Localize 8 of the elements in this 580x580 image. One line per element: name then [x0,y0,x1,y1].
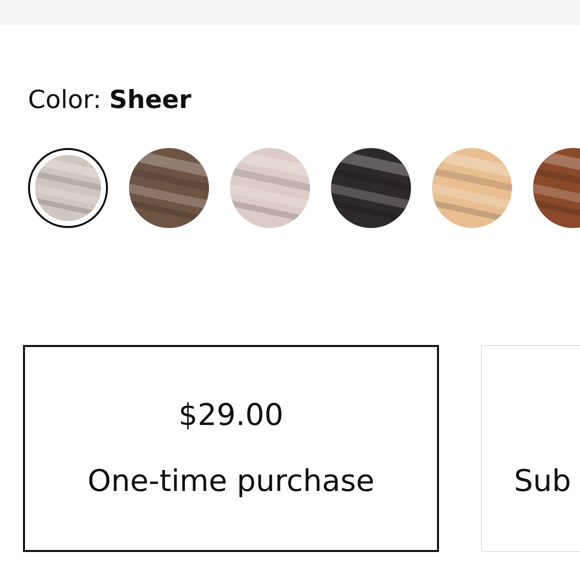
option-label: One-time purchase [88,462,374,500]
price: $29.00 [178,396,284,434]
option-label: Sub [513,462,572,500]
selected-color: Sheer [109,85,192,115]
color-label: Color: [28,85,102,115]
purchase-option[interactable]: $29.00 One-time purchase [23,345,439,552]
purchase-option[interactable]: Sub [481,345,580,552]
color-swatch[interactable] [35,155,101,221]
